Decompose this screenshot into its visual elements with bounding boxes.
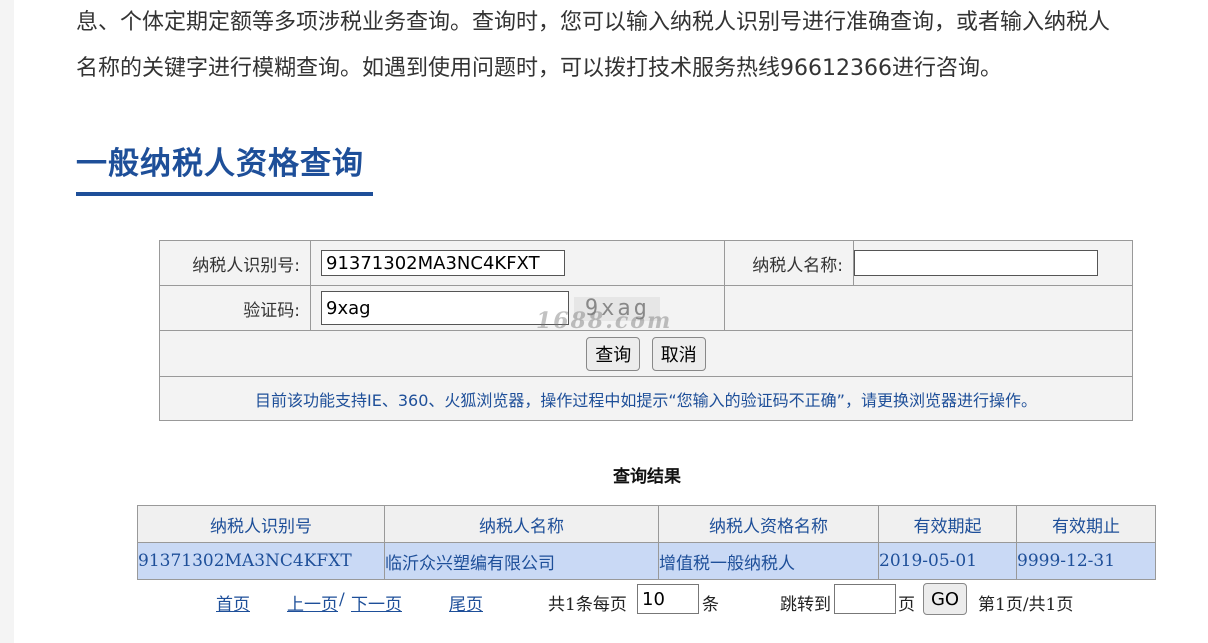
table-cell-taxpayer-id: 91371302MA3NC4KFXT (137, 542, 385, 580)
table-cell-valid-to: 9999-12-31 (1016, 542, 1156, 580)
results-table: 纳税人识别号 纳税人名称 纳税人资格名称 有效期起 有效期止 91371302M… (137, 505, 1156, 580)
next-page-link[interactable]: 下一页 (351, 590, 402, 615)
captcha-label: 验证码: (159, 285, 311, 331)
page-suffix: 页 (898, 595, 915, 615)
cancel-button[interactable]: 取消 (651, 336, 706, 371)
column-header: 纳税人名称 (384, 505, 659, 543)
taxpayer-name-label: 纳税人名称: (724, 240, 854, 286)
prev-page-link[interactable]: 上一页 (287, 590, 338, 615)
empty-cell (724, 285, 1133, 331)
per-page-suffix: 条 (702, 595, 719, 615)
intro-line-1: 息、个体定期定额等多项涉税业务查询。查询时，您可以输入纳税人识别号进行准确查询，… (76, 10, 1111, 35)
results-table-wrap: 纳税人识别号 纳税人名称 纳税人资格名称 有效期起 有效期止 91371302M… (137, 505, 1156, 580)
taxpayer-id-input[interactable] (321, 250, 565, 276)
page-info: 第1页/共1页 (978, 595, 1074, 615)
column-header: 有效期止 (1016, 505, 1156, 543)
total-count-label: 共1条每页 (548, 595, 627, 615)
table-row: 91371302MA3NC4KFXT 临沂众兴塑编有限公司 增值税一般纳税人 2… (137, 542, 1156, 580)
taxpayer-name-input[interactable] (854, 250, 1098, 276)
table-cell-valid-from: 2019-05-01 (878, 542, 1017, 580)
go-button[interactable]: GO (923, 583, 967, 615)
column-header: 有效期起 (878, 505, 1017, 543)
query-button[interactable]: 查询 (586, 336, 641, 371)
title-underline (76, 192, 373, 196)
table-cell-qualification: 增值税一般纳税人 (658, 542, 879, 580)
first-page-link[interactable]: 首页 (216, 590, 250, 615)
taxpayer-name-cell (853, 240, 1133, 286)
intro-text: 息、个体定期定额等多项涉税业务查询。查询时，您可以输入纳税人识别号进行准确查询，… (76, 0, 1206, 92)
last-page-link[interactable]: 尾页 (449, 590, 483, 615)
taxpayer-id-cell (310, 240, 725, 286)
captcha-input[interactable] (321, 291, 569, 325)
results-title: 查询结果 (613, 467, 681, 487)
pagination: 首页 上一页 / 下一页 尾页 共1条每页 条 跳转到 页 GO 第1页/共1页 (0, 582, 1208, 616)
watermark: 1688.com (536, 308, 673, 334)
jump-page-input[interactable] (834, 584, 896, 614)
browser-note: 目前该功能支持IE、360、火狐浏览器，操作过程中如提示“您输入的验证码不正确”… (159, 376, 1133, 421)
intro-line-2: 名称的关键字进行模糊查询。如遇到使用问题时，可以拨打技术服务热线96612366… (76, 56, 1002, 81)
button-row: 查询 取消 (159, 330, 1133, 377)
per-page-input[interactable] (637, 584, 699, 614)
column-header: 纳税人资格名称 (658, 505, 879, 543)
column-header: 纳税人识别号 (137, 505, 385, 543)
taxpayer-id-label: 纳税人识别号: (159, 240, 311, 286)
jump-label: 跳转到 (780, 595, 831, 615)
page-title: 一般纳税人资格查询 (76, 146, 364, 182)
table-cell-taxpayer-name: 临沂众兴塑编有限公司 (384, 542, 659, 580)
pager-separator: / (339, 590, 345, 610)
